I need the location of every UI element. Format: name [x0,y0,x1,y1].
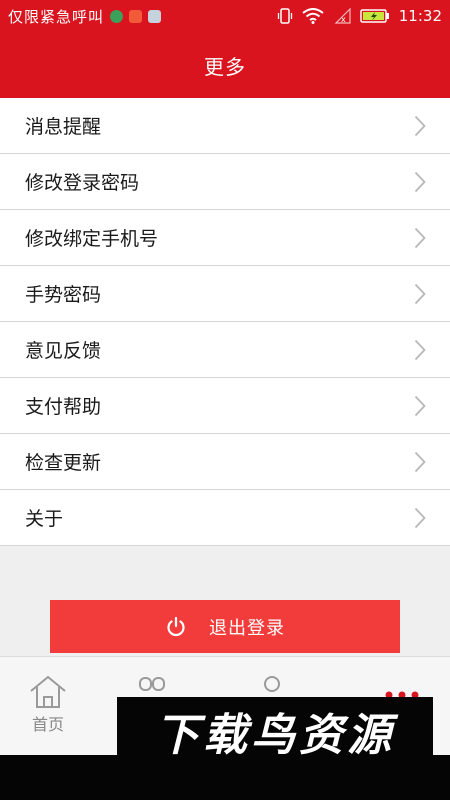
status-left: 仅限紧急呼叫 [8,6,162,27]
logout-label: 退出登录 [209,617,285,638]
green-app-icon [110,9,124,23]
chevron-right-icon [414,227,426,248]
nav-item-home[interactable]: 首页 [0,657,104,757]
title-bar: 更多 [0,32,450,98]
settings-menu: 消息提醒 修改登录密码 修改绑定手机号 手势密码 意见反馈 支付帮助 检查更新 [0,98,450,546]
chevron-right-icon [414,115,426,136]
logout-button[interactable]: 退出登录 [50,600,400,653]
no-signal-icon: x [334,8,351,24]
page-title: 更多 [204,54,246,79]
vibrate-icon [277,8,292,24]
chevron-right-icon [414,507,426,528]
android-icon [148,9,162,23]
chevron-right-icon [414,395,426,416]
status-time: 11:32 [398,7,442,25]
svg-text:x: x [341,15,346,24]
menu-item-label: 消息提醒 [25,116,102,138]
chevron-right-icon [414,339,426,360]
menu-item-payment-help[interactable]: 支付帮助 [0,378,450,434]
menu-item-change-login-password[interactable]: 修改登录密码 [0,154,450,210]
chevron-right-icon [414,451,426,472]
red-app-icon [129,9,143,23]
watermark-text: 下载鸟资源 [155,710,395,761]
menu-item-gesture-password[interactable]: 手势密码 [0,266,450,322]
menu-item-label: 手势密码 [25,284,102,306]
menu-item-feedback[interactable]: 意见反馈 [0,322,450,378]
menu-item-check-update[interactable]: 检查更新 [0,434,450,490]
menu-item-label: 检查更新 [25,452,102,474]
screen: 仅限紧急呼叫 x 11:32 更多 消息提醒 修改登录密码 修改绑定手机号 手势… [0,0,450,800]
status-bar: 仅限紧急呼叫 x 11:32 [0,0,450,32]
home-icon [30,675,66,708]
chevron-right-icon [414,283,426,304]
battery-charging-icon [360,9,389,23]
wifi-icon [302,8,324,24]
menu-item-message-reminder[interactable]: 消息提醒 [0,98,450,154]
status-right: x 11:32 [277,7,442,25]
nav-item-label: 首页 [31,715,64,734]
menu-item-label: 修改登录密码 [25,172,140,194]
chevron-right-icon [414,171,426,192]
menu-item-label: 关于 [25,508,64,530]
menu-item-change-bound-phone[interactable]: 修改绑定手机号 [0,210,450,266]
carrier-text: 仅限紧急呼叫 [8,7,105,26]
menu-item-label: 支付帮助 [25,396,102,418]
menu-item-label: 意见反馈 [25,340,102,362]
power-icon [167,616,185,636]
menu-item-about[interactable]: 关于 [0,490,450,546]
watermark: 下载鸟资源 [117,697,433,765]
menu-item-label: 修改绑定手机号 [25,228,159,250]
